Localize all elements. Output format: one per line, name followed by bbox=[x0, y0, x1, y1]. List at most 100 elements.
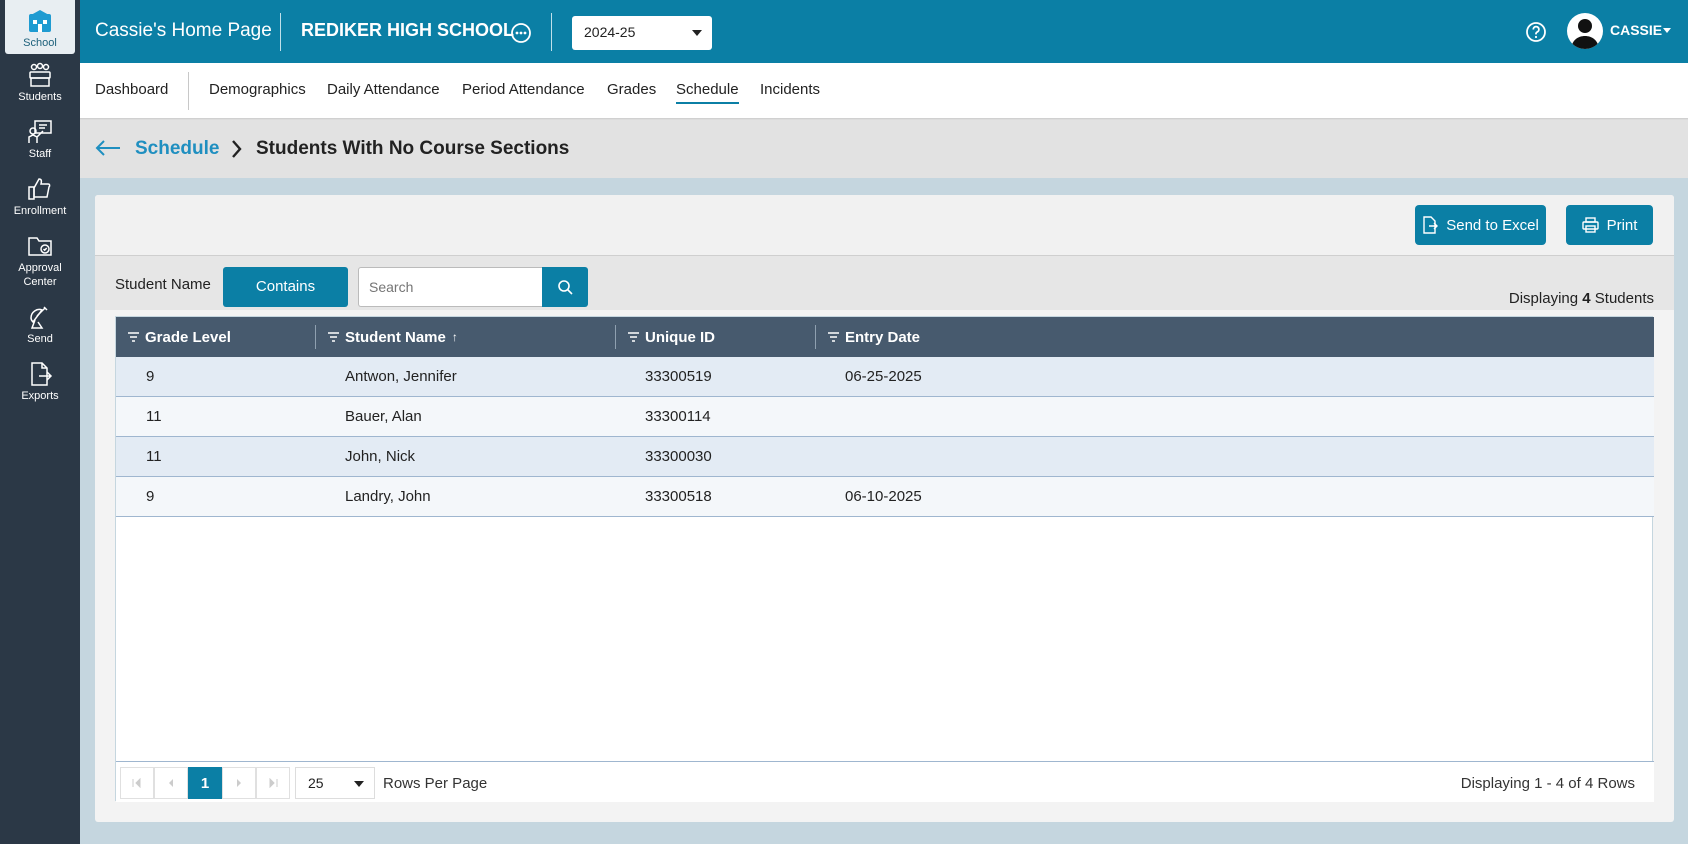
staff-icon bbox=[28, 120, 52, 143]
tab-schedule[interactable]: Schedule bbox=[676, 81, 739, 104]
last-page-button[interactable] bbox=[256, 767, 290, 799]
column-divider[interactable] bbox=[315, 325, 316, 349]
rows-per-page-select[interactable]: 25 bbox=[295, 767, 375, 799]
students-icon bbox=[29, 62, 51, 87]
rows-per-page-value: 25 bbox=[308, 775, 324, 791]
home-page-title[interactable]: Cassie's Home Page bbox=[95, 20, 272, 42]
sidebar-item-send[interactable]: Send bbox=[0, 300, 80, 356]
sidebar-item-label: Send bbox=[27, 333, 53, 345]
displaying-suffix: Students bbox=[1594, 290, 1654, 307]
sidebar-item-enrollment[interactable]: Enrollment bbox=[0, 172, 80, 228]
sidebar-item-label-line1: Approval bbox=[18, 262, 62, 274]
sidebar-item-label: Students bbox=[18, 91, 62, 103]
filter-icon[interactable] bbox=[128, 332, 139, 342]
sidebar-item-label-line2: Center bbox=[23, 276, 57, 288]
send-to-excel-label: Send to Excel bbox=[1446, 216, 1539, 234]
filter-icon[interactable] bbox=[328, 332, 339, 342]
print-button[interactable]: Print bbox=[1566, 205, 1653, 245]
help-icon[interactable] bbox=[1525, 21, 1547, 43]
school-year-select[interactable]: 2024-25 bbox=[572, 16, 712, 50]
filter-icon[interactable] bbox=[628, 332, 639, 342]
chevron-down-icon bbox=[354, 781, 364, 787]
previous-page-button[interactable] bbox=[154, 767, 188, 799]
folder-icon bbox=[28, 237, 52, 256]
sidebar-item-label: Staff bbox=[28, 148, 52, 160]
table-row[interactable]: 11 John, Nick 33300030 bbox=[116, 437, 1654, 477]
search-input[interactable] bbox=[358, 267, 542, 307]
satellite-dish-icon bbox=[30, 306, 48, 329]
file-export-icon bbox=[1423, 216, 1439, 234]
divider bbox=[188, 72, 189, 110]
send-to-excel-button[interactable]: Send to Excel bbox=[1415, 205, 1546, 245]
cell-student-name: John, Nick bbox=[345, 448, 416, 465]
back-arrow-icon[interactable] bbox=[94, 138, 122, 158]
page-title: Students With No Course Sections bbox=[256, 138, 570, 159]
contains-filter-button[interactable]: Contains bbox=[223, 267, 348, 307]
first-page-icon bbox=[132, 778, 141, 788]
cell-entry-date: 06-10-2025 bbox=[845, 488, 922, 505]
column-label: Student Name bbox=[345, 328, 446, 346]
cell-student-name: Bauer, Alan bbox=[345, 408, 422, 425]
column-header-student-name[interactable]: Student Name ↑ bbox=[328, 317, 458, 357]
sidebar-item-label: Exports bbox=[21, 390, 59, 402]
thumbs-up-icon bbox=[28, 178, 51, 200]
sort-ascending-icon: ↑ bbox=[451, 330, 458, 344]
tab-dashboard[interactable]: Dashboard bbox=[95, 81, 168, 98]
school-name[interactable]: REDIKER HIGH SCHOOL bbox=[301, 20, 514, 41]
chevron-down-icon[interactable] bbox=[1663, 28, 1671, 33]
tab-grades[interactable]: Grades bbox=[607, 81, 656, 98]
first-page-button[interactable] bbox=[120, 767, 154, 799]
sidebar: School Students Staff Enrollment Approva… bbox=[0, 0, 80, 844]
current-page-button[interactable]: 1 bbox=[188, 767, 222, 799]
sidebar-item-label: School bbox=[23, 37, 57, 49]
chevron-down-icon bbox=[692, 30, 702, 36]
next-page-button[interactable] bbox=[222, 767, 256, 799]
sidebar-item-staff[interactable]: Staff bbox=[0, 115, 80, 171]
file-export-icon bbox=[31, 362, 53, 386]
sidebar-item-exports[interactable]: Exports bbox=[0, 357, 80, 413]
tab-incidents[interactable]: Incidents bbox=[760, 81, 820, 98]
displaying-number: 4 bbox=[1582, 290, 1591, 307]
displaying-prefix: Displaying bbox=[1508, 290, 1579, 307]
cell-unique-id: 33300518 bbox=[645, 488, 712, 505]
column-divider[interactable] bbox=[615, 325, 616, 349]
divider bbox=[280, 13, 281, 51]
table-header: Grade Level Student Name ↑ Unique ID Ent… bbox=[116, 317, 1654, 357]
cell-grade-level: 9 bbox=[146, 368, 155, 385]
previous-page-icon bbox=[169, 779, 173, 787]
students-table: Grade Level Student Name ↑ Unique ID Ent… bbox=[115, 316, 1654, 802]
column-divider[interactable] bbox=[815, 325, 816, 349]
sidebar-item-school[interactable]: School bbox=[5, 0, 75, 54]
table-row[interactable]: 11 Bauer, Alan 33300114 bbox=[116, 397, 1654, 437]
user-name[interactable]: CASSIE bbox=[1610, 22, 1662, 38]
column-header-grade-level[interactable]: Grade Level bbox=[128, 317, 231, 357]
school-icon bbox=[29, 10, 51, 32]
more-options-icon[interactable] bbox=[510, 22, 532, 44]
search-button[interactable] bbox=[542, 267, 588, 307]
table-row[interactable]: 9 Landry, John 33300518 06-10-2025 bbox=[116, 477, 1654, 517]
column-label: Unique ID bbox=[645, 328, 715, 346]
last-page-icon bbox=[269, 778, 278, 788]
cell-grade-level: 9 bbox=[146, 488, 155, 505]
cell-unique-id: 33300519 bbox=[645, 368, 712, 385]
displaying-count: Displaying 4 Students bbox=[1509, 290, 1654, 307]
report-panel: Send to Excel Print Student Name Contain… bbox=[95, 195, 1674, 822]
avatar[interactable] bbox=[1567, 13, 1603, 49]
sidebar-item-students[interactable]: Students bbox=[0, 58, 80, 114]
tab-demographics[interactable]: Demographics bbox=[209, 81, 306, 98]
table-row[interactable]: 9 Antwon, Jennifer 33300519 06-25-2025 bbox=[116, 357, 1654, 397]
tab-daily-attendance[interactable]: Daily Attendance bbox=[327, 81, 440, 98]
top-bar: Cassie's Home Page REDIKER HIGH SCHOOL 2… bbox=[80, 0, 1688, 63]
tab-period-attendance[interactable]: Period Attendance bbox=[462, 81, 585, 98]
breadcrumb: Schedule Students With No Course Section… bbox=[80, 120, 1688, 178]
rows-info: Displaying 1 - 4 of 4 Rows bbox=[1460, 775, 1635, 792]
column-header-unique-id[interactable]: Unique ID bbox=[628, 317, 715, 357]
cell-unique-id: 33300030 bbox=[645, 448, 712, 465]
sidebar-item-approval-center[interactable]: Approval Center bbox=[0, 229, 80, 295]
breadcrumb-schedule-link[interactable]: Schedule bbox=[135, 138, 219, 160]
student-name-filter-label: Student Name bbox=[115, 276, 211, 293]
column-header-entry-date[interactable]: Entry Date bbox=[828, 317, 920, 357]
cell-student-name: Antwon, Jennifer bbox=[345, 368, 457, 385]
filter-icon[interactable] bbox=[828, 332, 839, 342]
school-year-value: 2024-25 bbox=[584, 24, 636, 40]
